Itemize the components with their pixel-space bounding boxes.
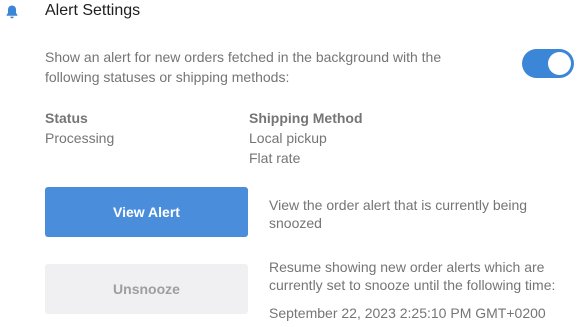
shipping-item: Local pickup: [249, 130, 327, 146]
toggle-knob: [548, 52, 571, 75]
snooze-until-time: September 22, 2023 2:25:10 PM GMT+0200: [269, 305, 546, 321]
view-alert-label: View Alert: [113, 204, 180, 220]
unsnooze-description: Resume showing new order alerts which ar…: [269, 259, 556, 293]
alert-toggle[interactable]: [522, 49, 574, 78]
alert-description: Show an alert for new orders fetched in …: [45, 49, 442, 85]
shipping-column-heading: Shipping Method: [249, 110, 363, 126]
view-alert-description: View the order alert that is currently b…: [269, 197, 528, 231]
bell-icon: [4, 4, 20, 20]
shipping-item: Flat rate: [249, 150, 301, 166]
alert-settings-panel: Alert Settings Show an alert for new ord…: [0, 0, 580, 327]
unsnooze-button[interactable]: Unsnooze: [45, 264, 248, 314]
status-column-heading: Status: [45, 110, 88, 126]
section-title: Alert Settings: [45, 2, 141, 19]
view-alert-button[interactable]: View Alert: [45, 187, 248, 237]
status-item: Processing: [45, 130, 115, 146]
unsnooze-label: Unsnooze: [113, 281, 180, 297]
